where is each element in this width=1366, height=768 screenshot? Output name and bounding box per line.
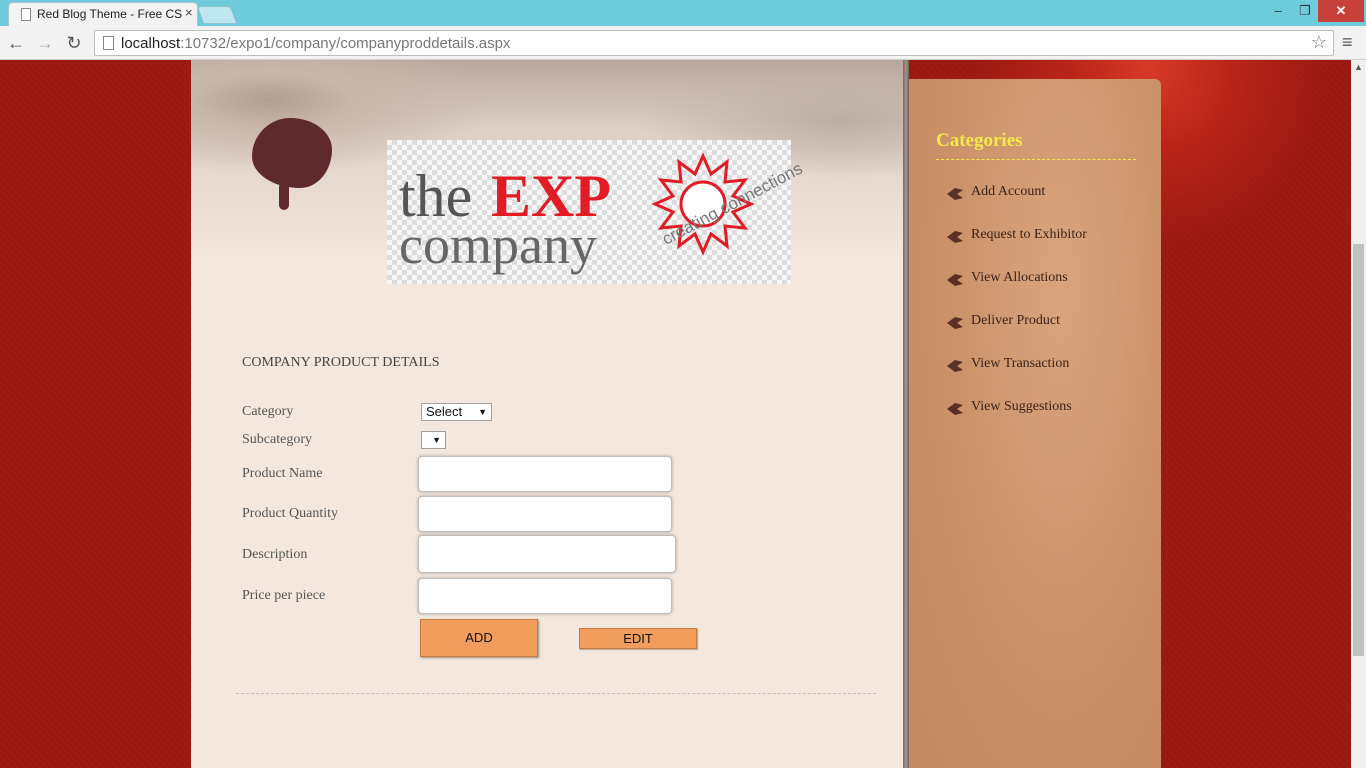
- sidebar-item-label: View Suggestions: [971, 399, 1072, 414]
- new-tab-button[interactable]: [196, 6, 238, 24]
- vertical-scrollbar[interactable]: ▲: [1351, 60, 1366, 768]
- form-title: COMPANY PRODUCT DETAILS: [242, 355, 440, 370]
- bullet-icon: [947, 360, 963, 372]
- tab-title: Red Blog Theme - Free CS: [37, 7, 182, 21]
- dropdown-arrow-icon: ▼: [432, 435, 441, 445]
- reload-icon[interactable]: ↻: [63, 32, 85, 54]
- browser-titlebar: Red Blog Theme - Free CS × – ❐ ✕: [0, 0, 1366, 26]
- category-label: Category: [242, 404, 294, 419]
- url-path: :10732/expo1/company/companyproddetails.…: [180, 35, 511, 52]
- page-viewport: the EXP company creating connections COM…: [0, 60, 1366, 768]
- scrollbar-thumb[interactable]: [1353, 244, 1364, 656]
- product-name-input[interactable]: [418, 456, 672, 492]
- product-quantity-input[interactable]: [418, 496, 672, 532]
- sidebar-item-label: Add Account: [971, 184, 1046, 199]
- heading-rule: [936, 159, 1136, 160]
- address-bar[interactable]: localhost:10732/expo1/company/companypro…: [94, 30, 1334, 56]
- bullet-icon: [947, 403, 963, 415]
- sidebar-item-label: Deliver Product: [971, 313, 1061, 328]
- description-label: Description: [242, 547, 308, 562]
- url-text: localhost:10732/expo1/company/companypro…: [121, 35, 510, 52]
- browser-menu-icon[interactable]: ≡: [1342, 32, 1353, 53]
- bookmark-star-icon[interactable]: ☆: [1311, 32, 1327, 53]
- logo-company: company: [399, 215, 597, 275]
- product-name-label: Product Name: [242, 466, 323, 481]
- sidebar: Categories Add Account Request to Exhibi…: [909, 79, 1161, 768]
- price-input[interactable]: [418, 578, 672, 614]
- sidebar-item-label: View Transaction: [971, 356, 1070, 371]
- bullet-icon: [947, 274, 963, 286]
- subcategory-label: Subcategory: [242, 432, 312, 447]
- content-divider: [236, 693, 876, 694]
- categories-heading: Categories: [936, 130, 1023, 151]
- close-tab-icon[interactable]: ×: [185, 5, 193, 20]
- category-select-value: Select: [426, 404, 463, 419]
- sidebar-item-label: Request to Exhibitor: [971, 227, 1087, 242]
- scroll-up-arrow-icon[interactable]: ▲: [1354, 62, 1363, 72]
- add-button[interactable]: ADD: [420, 619, 538, 657]
- ink-drip-decoration: [279, 182, 289, 210]
- document-icon: [21, 8, 31, 21]
- site-logo: the EXP company creating connections: [387, 140, 806, 284]
- minimize-button[interactable]: –: [1264, 0, 1292, 22]
- main-content: the EXP company creating connections COM…: [191, 60, 903, 768]
- url-host: localhost: [121, 35, 181, 52]
- close-window-button[interactable]: ✕: [1318, 0, 1364, 22]
- edit-button[interactable]: EDIT: [579, 628, 697, 649]
- description-textarea[interactable]: [418, 535, 676, 573]
- ink-splat-decoration: [252, 118, 332, 188]
- page-icon: [103, 36, 114, 50]
- browser-tab[interactable]: Red Blog Theme - Free CS ×: [8, 2, 198, 26]
- price-label: Price per piece: [242, 588, 326, 603]
- bullet-icon: [947, 188, 963, 200]
- bullet-icon: [947, 231, 963, 243]
- sidebar-item-label: View Allocations: [971, 270, 1068, 285]
- dropdown-arrow-icon: ▼: [478, 407, 487, 417]
- product-quantity-label: Product Quantity: [242, 506, 339, 521]
- maximize-button[interactable]: ❐: [1292, 0, 1318, 22]
- browser-toolbar: ← → ↻ localhost:10732/expo1/company/comp…: [0, 26, 1366, 60]
- bullet-icon: [947, 317, 963, 329]
- category-select[interactable]: Select ▼: [421, 403, 492, 421]
- back-arrow-icon[interactable]: ←: [5, 32, 27, 54]
- forward-arrow-icon[interactable]: →: [34, 32, 56, 54]
- subcategory-select[interactable]: ▼: [421, 431, 446, 449]
